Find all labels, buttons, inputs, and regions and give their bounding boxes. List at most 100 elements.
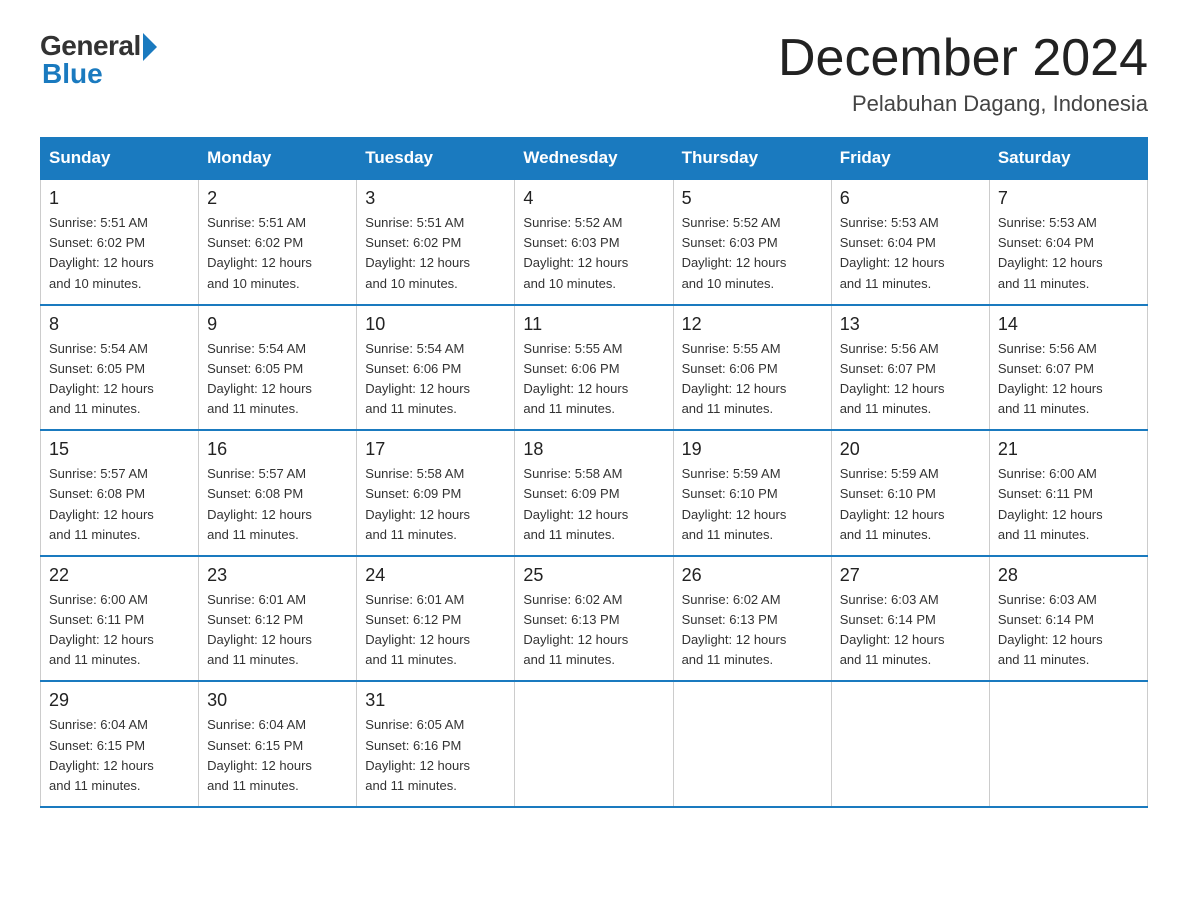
day-info: Sunrise: 6:02 AMSunset: 6:13 PMDaylight:…: [682, 590, 823, 671]
day-info: Sunrise: 5:52 AMSunset: 6:03 PMDaylight:…: [682, 213, 823, 294]
logo: General Blue: [40, 30, 157, 90]
calendar-cell: 7 Sunrise: 5:53 AMSunset: 6:04 PMDaylight…: [989, 179, 1147, 305]
month-title: December 2024: [778, 30, 1148, 87]
day-number: 21: [998, 439, 1139, 460]
logo-blue-text: Blue: [42, 58, 103, 90]
calendar-cell: 20 Sunrise: 5:59 AMSunset: 6:10 PMDayligh…: [831, 430, 989, 556]
day-number: 1: [49, 188, 190, 209]
calendar-cell: 8 Sunrise: 5:54 AMSunset: 6:05 PMDaylight…: [41, 305, 199, 431]
day-info: Sunrise: 5:54 AMSunset: 6:05 PMDaylight:…: [49, 339, 190, 420]
calendar-cell: 25 Sunrise: 6:02 AMSunset: 6:13 PMDayligh…: [515, 556, 673, 682]
calendar-cell: 17 Sunrise: 5:58 AMSunset: 6:09 PMDayligh…: [357, 430, 515, 556]
day-info: Sunrise: 5:59 AMSunset: 6:10 PMDaylight:…: [840, 464, 981, 545]
day-info: Sunrise: 5:56 AMSunset: 6:07 PMDaylight:…: [840, 339, 981, 420]
calendar-cell: 9Sunrise: 5:54 AMSunset: 6:05 PMDaylight…: [199, 305, 357, 431]
header-cell-wednesday: Wednesday: [515, 138, 673, 180]
day-number: 3: [365, 188, 506, 209]
day-number: 5: [682, 188, 823, 209]
header-cell-tuesday: Tuesday: [357, 138, 515, 180]
day-number: 9: [207, 314, 348, 335]
day-number: 13: [840, 314, 981, 335]
calendar-cell: 11Sunrise: 5:55 AMSunset: 6:06 PMDayligh…: [515, 305, 673, 431]
day-number: 11: [523, 314, 664, 335]
header-cell-thursday: Thursday: [673, 138, 831, 180]
calendar-cell: [989, 681, 1147, 807]
day-number: 20: [840, 439, 981, 460]
calendar-cell: 16 Sunrise: 5:57 AMSunset: 6:08 PMDayligh…: [199, 430, 357, 556]
calendar-cell: 22 Sunrise: 6:00 AMSunset: 6:11 PMDayligh…: [41, 556, 199, 682]
day-info: Sunrise: 5:58 AMSunset: 6:09 PMDaylight:…: [523, 464, 664, 545]
calendar-cell: 24Sunrise: 6:01 AMSunset: 6:12 PMDayligh…: [357, 556, 515, 682]
day-number: 25: [523, 565, 664, 586]
calendar-cell: 14 Sunrise: 5:56 AMSunset: 6:07 PMDayligh…: [989, 305, 1147, 431]
day-number: 4: [523, 188, 664, 209]
day-number: 8: [49, 314, 190, 335]
calendar-cell: 31Sunrise: 6:05 AMSunset: 6:16 PMDayligh…: [357, 681, 515, 807]
header-cell-monday: Monday: [199, 138, 357, 180]
day-info: Sunrise: 5:51 AMSunset: 6:02 PMDaylight:…: [207, 213, 348, 294]
logo-arrow-icon: [143, 33, 157, 61]
week-row-4: 22 Sunrise: 6:00 AMSunset: 6:11 PMDayligh…: [41, 556, 1148, 682]
calendar-cell: 10 Sunrise: 5:54 AMSunset: 6:06 PMDayligh…: [357, 305, 515, 431]
calendar-cell: 28 Sunrise: 6:03 AMSunset: 6:14 PMDayligh…: [989, 556, 1147, 682]
day-number: 14: [998, 314, 1139, 335]
calendar-cell: [515, 681, 673, 807]
calendar-cell: 27 Sunrise: 6:03 AMSunset: 6:14 PMDayligh…: [831, 556, 989, 682]
day-info: Sunrise: 6:03 AMSunset: 6:14 PMDaylight:…: [840, 590, 981, 671]
page-header: General Blue December 2024 Pelabuhan Dag…: [40, 30, 1148, 117]
day-info: Sunrise: 5:54 AMSunset: 6:06 PMDaylight:…: [365, 339, 506, 420]
day-number: 30: [207, 690, 348, 711]
calendar-cell: 2 Sunrise: 5:51 AMSunset: 6:02 PMDaylight…: [199, 179, 357, 305]
day-info: Sunrise: 5:51 AMSunset: 6:02 PMDaylight:…: [49, 213, 190, 294]
week-row-1: 1 Sunrise: 5:51 AMSunset: 6:02 PMDaylight…: [41, 179, 1148, 305]
day-info: Sunrise: 6:01 AMSunset: 6:12 PMDaylight:…: [365, 590, 506, 671]
calendar-cell: 3Sunrise: 5:51 AMSunset: 6:02 PMDaylight…: [357, 179, 515, 305]
calendar-cell: 23Sunrise: 6:01 AMSunset: 6:12 PMDayligh…: [199, 556, 357, 682]
day-number: 22: [49, 565, 190, 586]
day-info: Sunrise: 6:05 AMSunset: 6:16 PMDaylight:…: [365, 715, 506, 796]
day-number: 23: [207, 565, 348, 586]
day-info: Sunrise: 5:55 AMSunset: 6:06 PMDaylight:…: [682, 339, 823, 420]
day-info: Sunrise: 5:58 AMSunset: 6:09 PMDaylight:…: [365, 464, 506, 545]
day-number: 17: [365, 439, 506, 460]
day-info: Sunrise: 6:00 AMSunset: 6:11 PMDaylight:…: [998, 464, 1139, 545]
day-info: Sunrise: 6:04 AMSunset: 6:15 PMDaylight:…: [207, 715, 348, 796]
day-number: 12: [682, 314, 823, 335]
day-info: Sunrise: 6:03 AMSunset: 6:14 PMDaylight:…: [998, 590, 1139, 671]
day-info: Sunrise: 5:59 AMSunset: 6:10 PMDaylight:…: [682, 464, 823, 545]
header-cell-saturday: Saturday: [989, 138, 1147, 180]
day-number: 6: [840, 188, 981, 209]
day-number: 16: [207, 439, 348, 460]
day-number: 19: [682, 439, 823, 460]
title-area: December 2024 Pelabuhan Dagang, Indonesi…: [778, 30, 1148, 117]
day-info: Sunrise: 6:02 AMSunset: 6:13 PMDaylight:…: [523, 590, 664, 671]
day-number: 18: [523, 439, 664, 460]
day-info: Sunrise: 5:57 AMSunset: 6:08 PMDaylight:…: [49, 464, 190, 545]
calendar-cell: 29Sunrise: 6:04 AMSunset: 6:15 PMDayligh…: [41, 681, 199, 807]
calendar-cell: 21 Sunrise: 6:00 AMSunset: 6:11 PMDayligh…: [989, 430, 1147, 556]
calendar-cell: [831, 681, 989, 807]
calendar-cell: 15 Sunrise: 5:57 AMSunset: 6:08 PMDayligh…: [41, 430, 199, 556]
week-row-2: 8 Sunrise: 5:54 AMSunset: 6:05 PMDaylight…: [41, 305, 1148, 431]
calendar-cell: 4Sunrise: 5:52 AMSunset: 6:03 PMDaylight…: [515, 179, 673, 305]
day-number: 26: [682, 565, 823, 586]
day-number: 10: [365, 314, 506, 335]
day-number: 28: [998, 565, 1139, 586]
calendar-cell: 13 Sunrise: 5:56 AMSunset: 6:07 PMDayligh…: [831, 305, 989, 431]
calendar-cell: 12 Sunrise: 5:55 AMSunset: 6:06 PMDayligh…: [673, 305, 831, 431]
calendar-cell: 30 Sunrise: 6:04 AMSunset: 6:15 PMDayligh…: [199, 681, 357, 807]
day-info: Sunrise: 6:04 AMSunset: 6:15 PMDaylight:…: [49, 715, 190, 796]
location-title: Pelabuhan Dagang, Indonesia: [778, 91, 1148, 117]
day-number: 2: [207, 188, 348, 209]
week-row-5: 29Sunrise: 6:04 AMSunset: 6:15 PMDayligh…: [41, 681, 1148, 807]
day-info: Sunrise: 5:56 AMSunset: 6:07 PMDaylight:…: [998, 339, 1139, 420]
calendar-cell: 18 Sunrise: 5:58 AMSunset: 6:09 PMDayligh…: [515, 430, 673, 556]
calendar-cell: 5 Sunrise: 5:52 AMSunset: 6:03 PMDaylight…: [673, 179, 831, 305]
day-number: 15: [49, 439, 190, 460]
day-info: Sunrise: 5:57 AMSunset: 6:08 PMDaylight:…: [207, 464, 348, 545]
calendar-cell: 6Sunrise: 5:53 AMSunset: 6:04 PMDaylight…: [831, 179, 989, 305]
day-info: Sunrise: 5:53 AMSunset: 6:04 PMDaylight:…: [998, 213, 1139, 294]
day-number: 27: [840, 565, 981, 586]
day-number: 7: [998, 188, 1139, 209]
day-info: Sunrise: 6:00 AMSunset: 6:11 PMDaylight:…: [49, 590, 190, 671]
